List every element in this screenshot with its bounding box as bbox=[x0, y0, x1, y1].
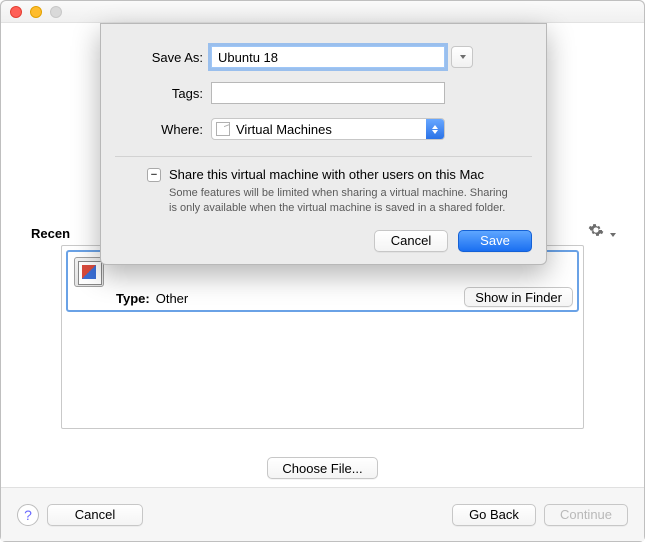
bottom-toolbar: ? Cancel Go Back Continue bbox=[1, 487, 644, 541]
show-in-finder-button[interactable]: Show in Finder bbox=[464, 287, 573, 307]
save-sheet: Save As: Tags: Where: Virtual Machines bbox=[100, 23, 547, 265]
gear-icon bbox=[588, 222, 604, 238]
chevron-down-icon bbox=[460, 55, 466, 59]
share-label: Share this virtual machine with other us… bbox=[169, 167, 484, 182]
popup-arrows-icon bbox=[426, 119, 444, 139]
where-label: Where: bbox=[101, 122, 211, 137]
continue-button: Continue bbox=[544, 504, 628, 526]
vm-icon bbox=[74, 257, 104, 287]
close-window-icon[interactable] bbox=[10, 6, 22, 18]
cancel-button[interactable]: Cancel bbox=[47, 504, 143, 526]
content-area: Recen Type: Other Show in Finder Choose … bbox=[1, 23, 644, 541]
sheet-cancel-button[interactable]: Cancel bbox=[374, 230, 448, 252]
recent-section-label: Recen bbox=[31, 226, 70, 241]
help-icon: ? bbox=[24, 507, 32, 523]
save-as-label: Save As: bbox=[101, 50, 211, 65]
sheet-save-button[interactable]: Save bbox=[458, 230, 532, 252]
chevron-down-icon bbox=[610, 233, 616, 237]
share-detail-text: Some features will be limited when shari… bbox=[101, 182, 546, 216]
choose-file-button[interactable]: Choose File... bbox=[267, 457, 377, 479]
divider bbox=[115, 156, 532, 157]
recent-options-button[interactable] bbox=[588, 222, 616, 241]
zoom-window-icon bbox=[50, 6, 62, 18]
tags-input[interactable] bbox=[211, 82, 445, 104]
recent-list: Type: Other Show in Finder bbox=[61, 245, 584, 429]
choose-file-row: Choose File... bbox=[1, 457, 644, 479]
titlebar bbox=[1, 1, 644, 23]
help-button[interactable]: ? bbox=[17, 504, 39, 526]
share-checkbox[interactable]: − bbox=[147, 168, 161, 182]
type-value: Other bbox=[156, 291, 189, 306]
where-select[interactable]: Virtual Machines bbox=[211, 118, 445, 140]
where-value: Virtual Machines bbox=[236, 122, 332, 137]
go-back-button[interactable]: Go Back bbox=[452, 504, 536, 526]
expand-sheet-button[interactable] bbox=[451, 46, 473, 68]
mixed-state-icon: − bbox=[151, 170, 157, 181]
minimize-window-icon[interactable] bbox=[30, 6, 42, 18]
tags-label: Tags: bbox=[101, 86, 211, 101]
save-as-input[interactable] bbox=[211, 46, 445, 68]
folder-icon bbox=[216, 122, 230, 136]
type-label: Type: bbox=[116, 291, 150, 306]
main-window: Recen Type: Other Show in Finder Choose … bbox=[0, 0, 645, 542]
